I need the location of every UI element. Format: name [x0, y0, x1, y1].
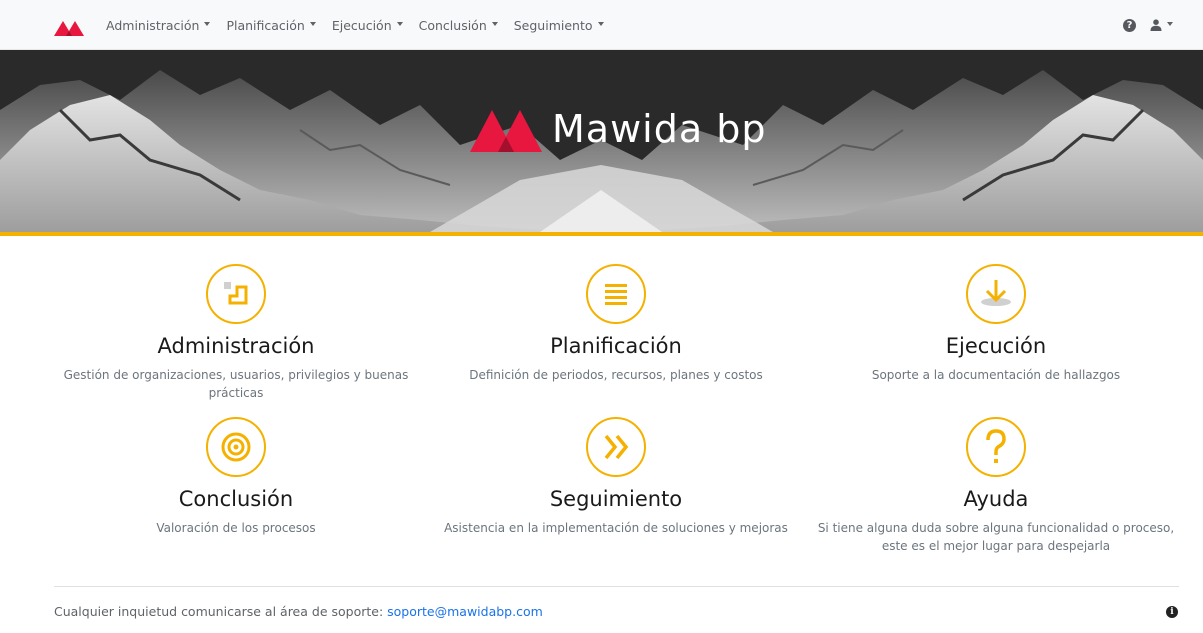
- feature-description: Gestión de organizaciones, usuarios, pri…: [63, 368, 409, 400]
- feature-planificacion[interactable]: Planificación Definición de periodos, re…: [436, 264, 796, 384]
- mawida-logo-icon: [470, 110, 542, 152]
- hero-banner: Mawida bp: [0, 50, 1203, 232]
- nav-administracion[interactable]: Administración: [98, 18, 218, 33]
- feature-title: Ejecución: [945, 334, 1047, 358]
- download-icon: [966, 264, 1026, 324]
- feature-title: Planificación: [550, 334, 682, 358]
- nav-seguimiento[interactable]: Seguimiento: [506, 18, 612, 33]
- footer-divider: [54, 586, 1179, 587]
- hero-title: Mawida bp: [552, 107, 767, 151]
- feature-description: Soporte a la documentación de hallazgos: [871, 368, 1121, 382]
- caret-down-icon: [309, 22, 316, 26]
- feature-title: Ayuda: [963, 487, 1029, 511]
- feature-description: Si tiene alguna duda sobre alguna funcio…: [817, 521, 1175, 553]
- support-email-link[interactable]: soporte@mawidabp.com: [387, 604, 543, 619]
- feature-ejecucion[interactable]: Ejecución Soporte a la documentación de …: [816, 264, 1176, 384]
- hero-accent-bar: [0, 232, 1203, 236]
- feature-administracion[interactable]: Administración Gestión de organizaciones…: [56, 264, 416, 402]
- feature-title: Seguimiento: [549, 487, 683, 511]
- footer-message: Cualquier inquietud comunicarse al área …: [54, 604, 388, 619]
- brand-logo[interactable]: [54, 18, 84, 36]
- main-nav: Administración Planificación Ejecución C…: [98, 0, 612, 50]
- nav-ejecucion[interactable]: Ejecución: [324, 18, 411, 33]
- double-chevron-right-icon: [586, 417, 646, 477]
- feature-description: Valoración de los procesos: [156, 521, 316, 535]
- footer-text: Cualquier inquietud comunicarse al área …: [54, 604, 543, 619]
- feature-ayuda[interactable]: Ayuda Si tiene alguna duda sobre alguna …: [816, 417, 1176, 555]
- info-icon[interactable]: i: [1166, 606, 1178, 618]
- caret-down-icon: [204, 22, 211, 26]
- feature-title: Administración: [157, 334, 315, 358]
- user-icon: [1150, 19, 1162, 31]
- user-menu[interactable]: [1150, 19, 1173, 31]
- caret-down-icon: [1167, 22, 1173, 26]
- navbar: Administración Planificación Ejecución C…: [0, 0, 1203, 50]
- caret-down-icon: [597, 22, 604, 26]
- feature-seguimiento[interactable]: Seguimiento Asistencia en la implementac…: [436, 417, 796, 537]
- caret-down-icon: [491, 22, 498, 26]
- nav-conclusion[interactable]: Conclusión: [411, 18, 506, 33]
- caret-down-icon: [396, 22, 403, 26]
- question-circle-icon[interactable]: ?: [1123, 18, 1136, 32]
- nav-planificacion[interactable]: Planificación: [218, 18, 323, 33]
- nav-right: ?: [1123, 0, 1173, 50]
- target-icon: [206, 417, 266, 477]
- question-icon: [966, 417, 1026, 477]
- feature-title: Conclusión: [178, 487, 294, 511]
- hero-title-group: Mawida bp: [470, 104, 766, 154]
- feature-description: Definición de periodos, recursos, planes…: [469, 368, 763, 382]
- feature-conclusion[interactable]: Conclusión Valoración de los procesos: [56, 417, 416, 537]
- feature-description: Asistencia en la implementación de soluc…: [444, 521, 788, 535]
- admin-steps-icon: [206, 264, 266, 324]
- list-icon: [586, 264, 646, 324]
